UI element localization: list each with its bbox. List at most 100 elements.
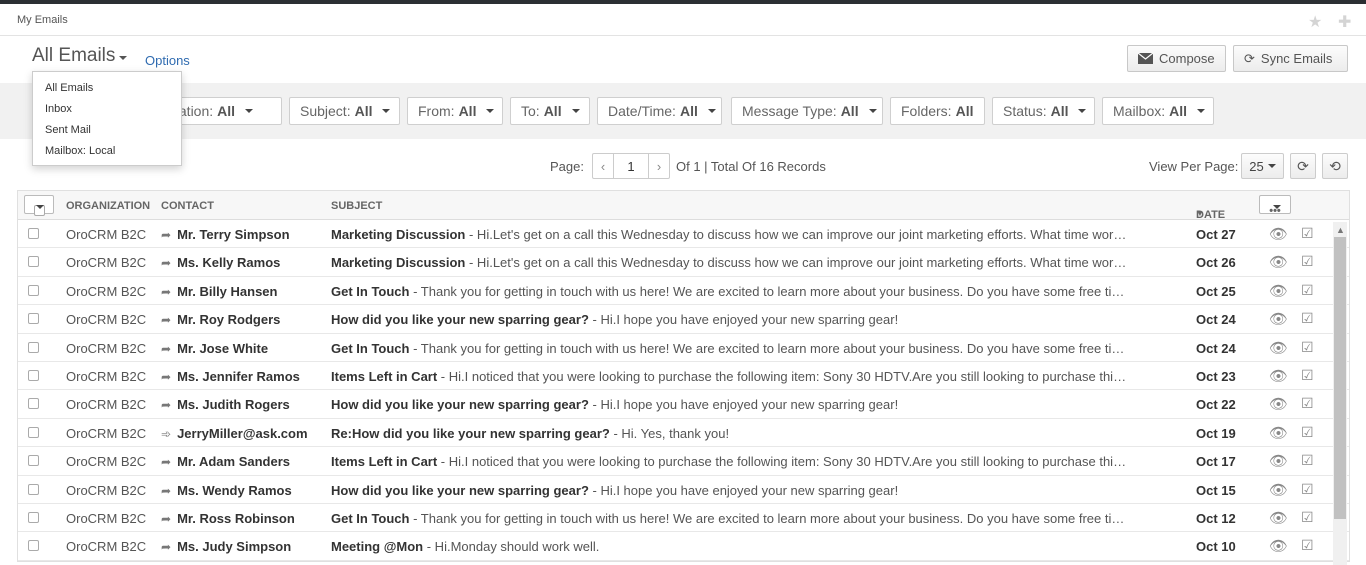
row-subject[interactable]: Marketing Discussion - Hi.Let's get on a…	[331, 227, 1131, 242]
row-contact[interactable]: ➦ Ms. Judy Simpson	[161, 539, 291, 554]
row-checkbox[interactable]	[28, 398, 39, 410]
row-subject[interactable]: Meeting @Mon - Hi.Monday should work wel…	[331, 539, 1131, 554]
filter-subject[interactable]: Subject: All	[289, 97, 400, 125]
next-page-icon[interactable]: ›	[649, 154, 669, 178]
filter-to[interactable]: To: All	[510, 97, 590, 125]
table-row[interactable]: OroCRM B2C ➦ Mr. Ross Robinson Get In Touch…	[18, 504, 1349, 533]
eye-icon[interactable]: 👁	[1269, 339, 1288, 357]
mark-read-icon[interactable]: ☑	[1301, 282, 1314, 299]
row-checkbox[interactable]	[28, 540, 39, 552]
eye-icon[interactable]: 👁	[1269, 225, 1288, 243]
eye-icon[interactable]: 👁	[1269, 395, 1288, 413]
scrollbar-thumb[interactable]	[1334, 237, 1346, 519]
column-subject[interactable]: SUBJECT	[331, 200, 382, 212]
filter-folders[interactable]: Folders: All	[890, 97, 985, 125]
table-row[interactable]: OroCRM B2C ➦ Ms. Judith Rogers How did you …	[18, 390, 1349, 419]
row-checkbox[interactable]	[28, 228, 39, 239]
filter-from[interactable]: From: All	[407, 97, 503, 125]
prev-page-icon[interactable]: ‹	[593, 154, 613, 178]
reset-button[interactable]: ⟲	[1322, 153, 1348, 179]
row-subject[interactable]: Re:How did you like your new sparring ge…	[331, 426, 1131, 441]
row-subject[interactable]: How did you like your new sparring gear?…	[331, 483, 1131, 498]
mark-read-icon[interactable]: ☑	[1301, 395, 1314, 412]
grid-actions-dropdown[interactable]: •••	[1259, 195, 1291, 217]
filter-message-type[interactable]: Message Type: All	[731, 97, 883, 125]
row-subject[interactable]: Items Left in Cart - Hi.I noticed that y…	[331, 369, 1131, 384]
mark-read-icon[interactable]: ☑	[1301, 481, 1314, 498]
per-page-select[interactable]: 25	[1241, 153, 1284, 179]
mark-read-icon[interactable]: ☑	[1301, 452, 1314, 469]
table-row[interactable]: OroCRM B2C ➦ Mr. Billy Hansen Get In Touch …	[18, 277, 1349, 306]
menu-item-mailbox-local[interactable]: Mailbox: Local	[33, 143, 181, 164]
row-contact[interactable]: ➦ Ms. Wendy Ramos	[161, 483, 292, 498]
row-subject[interactable]: Items Left in Cart - Hi.I noticed that y…	[331, 454, 1131, 469]
mark-read-icon[interactable]: ☑	[1301, 339, 1314, 356]
row-checkbox[interactable]	[28, 511, 39, 523]
row-checkbox[interactable]	[28, 341, 39, 353]
mark-read-icon[interactable]: ☑	[1301, 253, 1314, 270]
eye-icon[interactable]: 👁	[1269, 253, 1288, 271]
menu-item-all-emails[interactable]: All Emails	[33, 80, 181, 101]
table-row[interactable]: OroCRM B2C ➦ Ms. Jennifer Ramos Items Left …	[18, 362, 1349, 391]
row-contact[interactable]: ➦ Mr. Billy Hansen	[161, 284, 277, 299]
menu-item-inbox[interactable]: Inbox	[33, 101, 181, 122]
row-subject[interactable]: Get In Touch - Thank you for getting in …	[331, 341, 1131, 356]
refresh-button[interactable]: ⟳	[1290, 153, 1316, 179]
row-checkbox[interactable]	[28, 426, 39, 438]
row-contact[interactable]: ➦ Mr. Terry Simpson	[161, 227, 290, 242]
menu-item-sent-mail[interactable]: Sent Mail	[33, 122, 181, 143]
row-contact[interactable]: ➦ Mr. Adam Sanders	[161, 454, 290, 469]
row-contact[interactable]: ➦ Mr. Roy Rodgers	[161, 312, 280, 327]
row-subject[interactable]: Marketing Discussion - Hi.Let's get on a…	[331, 255, 1131, 270]
row-contact[interactable]: ➦ Mr. Ross Robinson	[161, 511, 295, 526]
table-row[interactable]: OroCRM B2C ➦ Mr. Jose White Get In Touch - …	[18, 334, 1349, 362]
row-contact[interactable]: ➦ Mr. Jose White	[161, 341, 268, 356]
page-number-input[interactable]: 1	[613, 154, 649, 178]
row-subject[interactable]: Get In Touch - Thank you for getting in …	[331, 511, 1131, 526]
row-checkbox[interactable]	[28, 369, 39, 381]
eye-icon[interactable]: 👁	[1269, 310, 1288, 328]
mark-read-icon[interactable]: ☑	[1301, 367, 1314, 384]
row-subject[interactable]: How did you like your new sparring gear?…	[331, 397, 1131, 412]
column-contact[interactable]: CONTACT	[161, 200, 214, 212]
options-link[interactable]: Options	[145, 53, 190, 68]
mark-read-icon[interactable]: ☑	[1301, 424, 1314, 441]
sync-emails-button[interactable]: ⟳ Sync Emails	[1233, 45, 1348, 72]
scroll-up-icon[interactable]: ▲	[1336, 225, 1345, 235]
eye-icon[interactable]: 👁	[1269, 424, 1288, 442]
mark-read-icon[interactable]: ☑	[1301, 537, 1314, 554]
table-row[interactable]: OroCRM B2C ➦ Ms. Kelly Ramos Marketing Disc…	[18, 248, 1349, 277]
row-checkbox[interactable]	[28, 483, 39, 495]
select-all-dropdown[interactable]	[24, 195, 54, 216]
column-organization[interactable]: ORGANIZATION	[66, 200, 150, 212]
table-row[interactable]: OroCRM B2C ➦ Ms. Judy Simpson Meeting @Mon …	[18, 532, 1349, 561]
row-checkbox[interactable]	[28, 455, 39, 467]
eye-icon[interactable]: 👁	[1269, 282, 1288, 300]
eye-icon[interactable]: 👁	[1269, 481, 1288, 499]
eye-icon[interactable]: 👁	[1269, 537, 1288, 555]
mark-read-icon[interactable]: ☑	[1301, 509, 1314, 526]
mark-read-icon[interactable]: ☑	[1301, 225, 1314, 242]
table-row[interactable]: OroCRM B2C ➦ Ms. Wendy Ramos How did you li…	[18, 476, 1349, 504]
table-row[interactable]: OroCRM B2C ➦ Mr. Roy Rodgers How did you li…	[18, 305, 1349, 334]
row-subject[interactable]: Get In Touch - Thank you for getting in …	[331, 284, 1131, 299]
pin-icon[interactable]: ✚	[1338, 12, 1351, 32]
row-checkbox[interactable]	[28, 313, 39, 325]
mark-read-icon[interactable]: ☑	[1301, 310, 1314, 327]
row-checkbox[interactable]	[28, 256, 39, 268]
star-icon[interactable]: ★	[1308, 12, 1322, 32]
filter-mailbox[interactable]: Mailbox: All	[1102, 97, 1214, 125]
row-subject[interactable]: How did you like your new sparring gear?…	[331, 312, 1131, 327]
table-row[interactable]: OroCRM B2C ➦ Mr. Adam Sanders Items Left in…	[18, 447, 1349, 476]
table-row[interactable]: OroCRM B2C ➾ JerryMiller@ask.com Re:How did…	[18, 419, 1349, 448]
compose-button[interactable]: Compose	[1127, 45, 1226, 72]
eye-icon[interactable]: 👁	[1269, 452, 1288, 470]
eye-icon[interactable]: 👁	[1269, 509, 1288, 527]
filter-date-time[interactable]: Date/Time: All	[597, 97, 722, 125]
row-checkbox[interactable]	[28, 284, 39, 296]
row-contact[interactable]: ➦ Ms. Jennifer Ramos	[161, 369, 300, 384]
filter-status[interactable]: Status: All	[992, 97, 1095, 125]
row-contact[interactable]: ➦ Ms. Kelly Ramos	[161, 255, 280, 270]
row-contact[interactable]: ➦ Ms. Judith Rogers	[161, 397, 290, 412]
eye-icon[interactable]: 👁	[1269, 367, 1288, 385]
